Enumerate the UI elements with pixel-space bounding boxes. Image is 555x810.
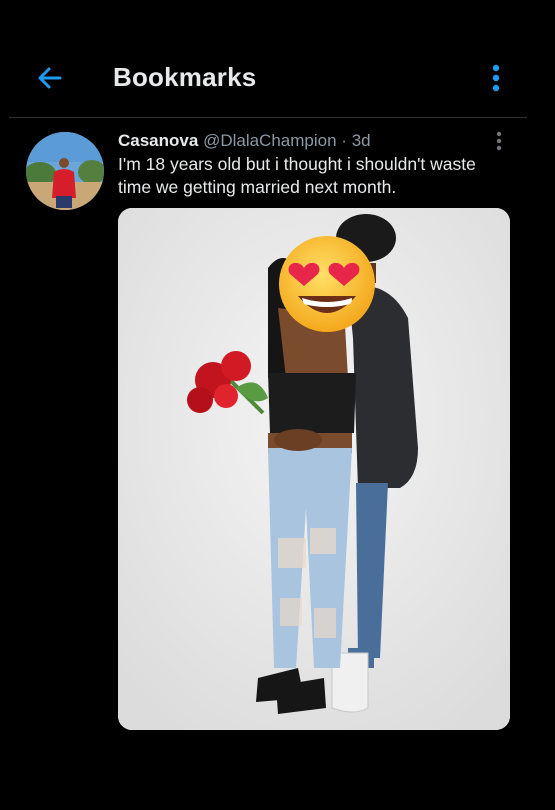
timestamp[interactable]: 3d	[352, 131, 371, 150]
arrow-left-icon	[38, 67, 62, 89]
more-options-button[interactable]	[480, 58, 512, 98]
tweet-text: I'm 18 years old but i thought i shouldn…	[118, 154, 476, 197]
back-button[interactable]	[30, 58, 70, 98]
avatar[interactable]	[26, 132, 104, 210]
display-name[interactable]: Casanova	[118, 131, 198, 150]
user-handle[interactable]: @DlalaChampion	[203, 131, 337, 150]
tweet-meta: Casanova @DlalaChampion · 3d	[118, 131, 371, 151]
vertical-dots-icon	[492, 64, 500, 92]
avatar-photo	[26, 132, 104, 210]
couple-photo	[118, 208, 510, 730]
tweet-photo[interactable]	[118, 208, 510, 730]
separator: ·	[341, 131, 347, 150]
app-header: Bookmarks	[0, 0, 555, 117]
page-title: Bookmarks	[113, 62, 257, 92]
bookmarked-tweet[interactable]: Casanova @DlalaChampion · 3d I'm 18 year…	[0, 118, 555, 738]
